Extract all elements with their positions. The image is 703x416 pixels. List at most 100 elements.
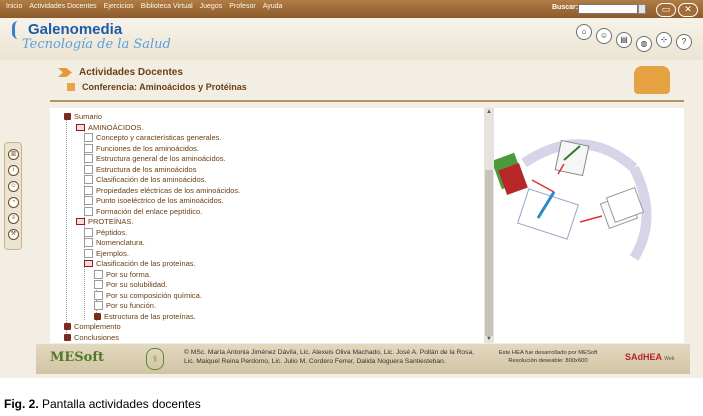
tree-item[interactable]: Por su función.	[94, 301, 156, 310]
tree-item[interactable]: Por su forma.	[94, 269, 152, 279]
tree-item-label: Sumario	[74, 112, 102, 121]
tree-item-label: Péptidos.	[96, 227, 128, 237]
tree-item[interactable]: Sumario	[64, 112, 102, 121]
tree-item-label: Propiedades eléctricas de los aminoácido…	[96, 185, 241, 195]
tree-line	[66, 120, 67, 335]
divider	[50, 100, 684, 102]
doc-icon	[94, 280, 103, 289]
close-icon[interactable]: ✕	[678, 3, 698, 17]
tree-item-label: Ejemplos.	[96, 248, 129, 258]
tree-item[interactable]: Ejemplos.	[84, 248, 129, 258]
info-icon[interactable]: i	[8, 165, 19, 176]
tree-item[interactable]: Concepto y características generales.	[84, 133, 221, 142]
doc-icon	[94, 269, 103, 279]
tree-item-label: Conclusiones	[74, 332, 120, 342]
tree-item[interactable]: AMINOÁCIDOS.	[76, 123, 143, 132]
smile-icon[interactable]: ☺	[8, 181, 19, 192]
tool-icon[interactable]: ⚒	[8, 229, 19, 240]
app-header: Galenomedia Tecnología de la Salud ⌂ ☺ ▤ ◍ ⊹…	[0, 18, 703, 60]
restore-icon[interactable]: ▭	[656, 3, 676, 17]
scrollbar[interactable]: ▲ ▼	[484, 108, 494, 343]
folder-icon	[76, 218, 85, 225]
tree-item-label: Nomenclatura.	[96, 238, 145, 247]
tree-item[interactable]: Nomenclatura.	[84, 238, 145, 247]
sadhea-logo: SAdHEA Web	[625, 352, 674, 362]
list-icon[interactable]: ≡	[8, 213, 19, 224]
side-toolbar: ▥ i ☺ ◔ ≡ ⚒	[4, 142, 22, 250]
tree-item-label: Concepto y características generales.	[96, 133, 222, 142]
tree-item[interactable]: Funciones de los aminoácidos.	[84, 143, 199, 153]
tree-item-label: Estructura general de los aminoácidos.	[96, 154, 226, 163]
menu-bar: Inicio Actividades Docentes Ejercicios Bibl…	[0, 0, 703, 18]
chart-icon[interactable]: ▥	[8, 149, 19, 160]
illustration	[491, 108, 684, 343]
tree-item[interactable]: Complemento	[64, 322, 121, 331]
tree-item[interactable]: Propiedades eléctricas de los aminoácido…	[84, 185, 241, 195]
tree-item[interactable]: Por su composición química.	[94, 290, 202, 300]
help-icon[interactable]: ?	[676, 34, 692, 50]
scroll-up-arrow-icon[interactable]: ▲	[484, 108, 494, 116]
tree-item[interactable]: Clasificación de las proteínas.	[84, 259, 196, 268]
tree-item[interactable]: PROTEÍNAS.	[76, 217, 133, 226]
people-icon[interactable]: ☺	[596, 28, 612, 44]
tree-item-label: Estructura de las proteínas.	[104, 311, 196, 321]
book-icon	[94, 312, 101, 320]
document-icon[interactable]: ▤	[616, 32, 632, 48]
developer-note: Este HEA fue desarrollado por MESoft Res…	[498, 350, 598, 364]
tree-item-label: Clasificación de los aminoácidos.	[96, 175, 207, 184]
search-go-button[interactable]	[638, 4, 646, 14]
doc-icon	[84, 185, 93, 195]
brand-tagline: Tecnología de la Salud	[22, 37, 171, 52]
book-icon	[64, 113, 71, 120]
tree-item[interactable]: Estructura de las proteínas.	[94, 312, 196, 321]
tree-item-label: Punto isoeléctrico de los aminoácidos.	[96, 196, 224, 205]
tree-item[interactable]: Clasificación de los aminoácidos.	[84, 175, 206, 184]
tree-item[interactable]: Estructura de los aminoácidos	[84, 164, 196, 174]
arrow-icon	[58, 68, 72, 77]
content-panel: Sumario AMINOÁCIDOS. Concepto y caracterís…	[50, 108, 495, 343]
tree-item-label: AMINOÁCIDOS.	[88, 122, 144, 132]
menu-item[interactable]: Actividades Docentes	[29, 3, 96, 10]
caption-label: Fig. 2.	[4, 397, 39, 411]
tree-item[interactable]: Péptidos.	[84, 227, 128, 237]
search-input[interactable]	[578, 4, 638, 14]
menu-item[interactable]: Juegos	[200, 3, 223, 10]
section-title: Actividades Docentes	[79, 67, 183, 78]
doc-icon	[84, 164, 93, 174]
doc-icon	[84, 143, 93, 153]
conference-title: Conferencia: Aminoácidos y Protéinas	[82, 82, 247, 92]
doc-icon	[94, 301, 103, 310]
doc-icon	[84, 175, 93, 184]
network-icon[interactable]: ⊹	[656, 32, 672, 48]
book-icon	[64, 333, 71, 341]
tree-item-label: Por su función.	[106, 301, 157, 310]
tree-item-label: Por su composición química.	[106, 290, 202, 300]
scroll-thumb[interactable]	[485, 170, 493, 336]
menu-item[interactable]: Inicio	[6, 3, 22, 10]
caduceus-icon: ⚕	[146, 348, 164, 370]
tree-item[interactable]: Por su solubilidad.	[94, 280, 167, 289]
clock-icon[interactable]: ◔	[8, 197, 19, 208]
globe-icon[interactable]: ◍	[636, 36, 652, 52]
scroll-down-arrow-icon[interactable]: ▼	[484, 335, 494, 343]
doc-icon	[84, 133, 93, 142]
tree-item[interactable]: Estructura general de los aminoácidos.	[84, 154, 226, 163]
folder-icon	[76, 123, 85, 131]
caption-text: Pantalla actividades docentes	[38, 397, 201, 411]
tree-item-label: Por su forma.	[106, 269, 152, 279]
home-icon[interactable]: ⌂	[576, 24, 592, 40]
menu-item[interactable]: Ayuda	[263, 3, 283, 10]
doc-icon	[84, 248, 93, 258]
doc-icon	[84, 227, 93, 237]
tree-item[interactable]: Punto isoeléctrico de los aminoácidos.	[84, 196, 224, 205]
menu-item[interactable]: Ejercicios	[104, 3, 134, 10]
tree-item[interactable]: Formación del enlace peptídico.	[84, 206, 202, 216]
menu-item[interactable]: Profesor	[229, 3, 255, 10]
menu-item[interactable]: Biblioteca Virtual	[141, 3, 193, 10]
doc-icon	[84, 154, 93, 163]
tree-item[interactable]: Conclusiones	[64, 333, 119, 342]
header-icon-bar: ⌂ ☺ ▤ ◍ ⊹?	[576, 24, 692, 52]
sadhea-name: SAdHEA	[625, 352, 662, 362]
doc-icon	[94, 290, 103, 300]
tree-item-label: Por su solubilidad.	[106, 280, 168, 289]
